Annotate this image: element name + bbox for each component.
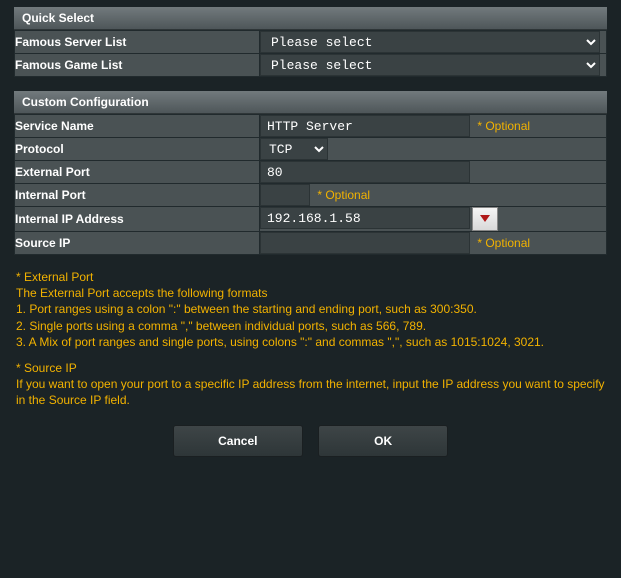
cancel-button[interactable]: Cancel (173, 425, 303, 457)
internal-port-label: Internal Port (15, 184, 260, 207)
custom-config-table: Service Name * Optional Protocol TCP Ext… (14, 114, 607, 255)
row-protocol: Protocol TCP (15, 138, 607, 161)
famous-server-label: Famous Server List (15, 31, 260, 54)
row-source-ip: Source IP * Optional (15, 232, 607, 255)
custom-config-header: Custom Configuration (14, 91, 607, 114)
row-famous-server: Famous Server List Please select (15, 31, 607, 54)
internal-port-input[interactable] (260, 184, 310, 206)
famous-game-select[interactable]: Please select (260, 54, 600, 76)
internal-ip-input[interactable] (260, 207, 470, 229)
quick-select-table: Famous Server List Please select Famous … (14, 30, 607, 77)
row-external-port: External Port (15, 161, 607, 184)
quick-select-section: Quick Select Famous Server List Please s… (14, 7, 607, 77)
help-ext-title: * External Port (16, 269, 605, 285)
help-text: * External Port The External Port accept… (14, 269, 607, 421)
famous-game-label: Famous Game List (15, 54, 260, 77)
optional-label: * Optional (477, 236, 530, 250)
help-ext-line3: 2. Single ports using a comma "," betwee… (16, 318, 605, 334)
protocol-label: Protocol (15, 138, 260, 161)
help-ext-line2: 1. Port ranges using a colon ":" between… (16, 301, 605, 317)
custom-config-section: Custom Configuration Service Name * Opti… (14, 91, 607, 255)
button-bar: Cancel OK (14, 421, 607, 459)
source-ip-input[interactable] (260, 232, 470, 254)
protocol-select[interactable]: TCP (260, 138, 328, 160)
help-src-title: * Source IP (16, 360, 605, 376)
ip-dropdown-button[interactable] (472, 207, 498, 231)
help-ext-line1: The External Port accepts the following … (16, 285, 605, 301)
internal-ip-label: Internal IP Address (15, 207, 260, 232)
row-service-name: Service Name * Optional (15, 115, 607, 138)
source-ip-label: Source IP (15, 232, 260, 255)
help-ext-line4: 3. A Mix of port ranges and single ports… (16, 334, 605, 350)
optional-label: * Optional (317, 188, 370, 202)
famous-server-select[interactable]: Please select (260, 31, 600, 53)
service-name-label: Service Name (15, 115, 260, 138)
ok-button[interactable]: OK (318, 425, 448, 457)
chevron-down-icon (479, 212, 491, 226)
row-internal-ip: Internal IP Address (15, 207, 607, 232)
row-famous-game: Famous Game List Please select (15, 54, 607, 77)
external-port-input[interactable] (260, 161, 470, 183)
external-port-label: External Port (15, 161, 260, 184)
row-internal-port: Internal Port * Optional (15, 184, 607, 207)
optional-label: * Optional (477, 119, 530, 133)
service-name-input[interactable] (260, 115, 470, 137)
help-src-line1: If you want to open your port to a speci… (16, 376, 605, 408)
quick-select-header: Quick Select (14, 7, 607, 30)
